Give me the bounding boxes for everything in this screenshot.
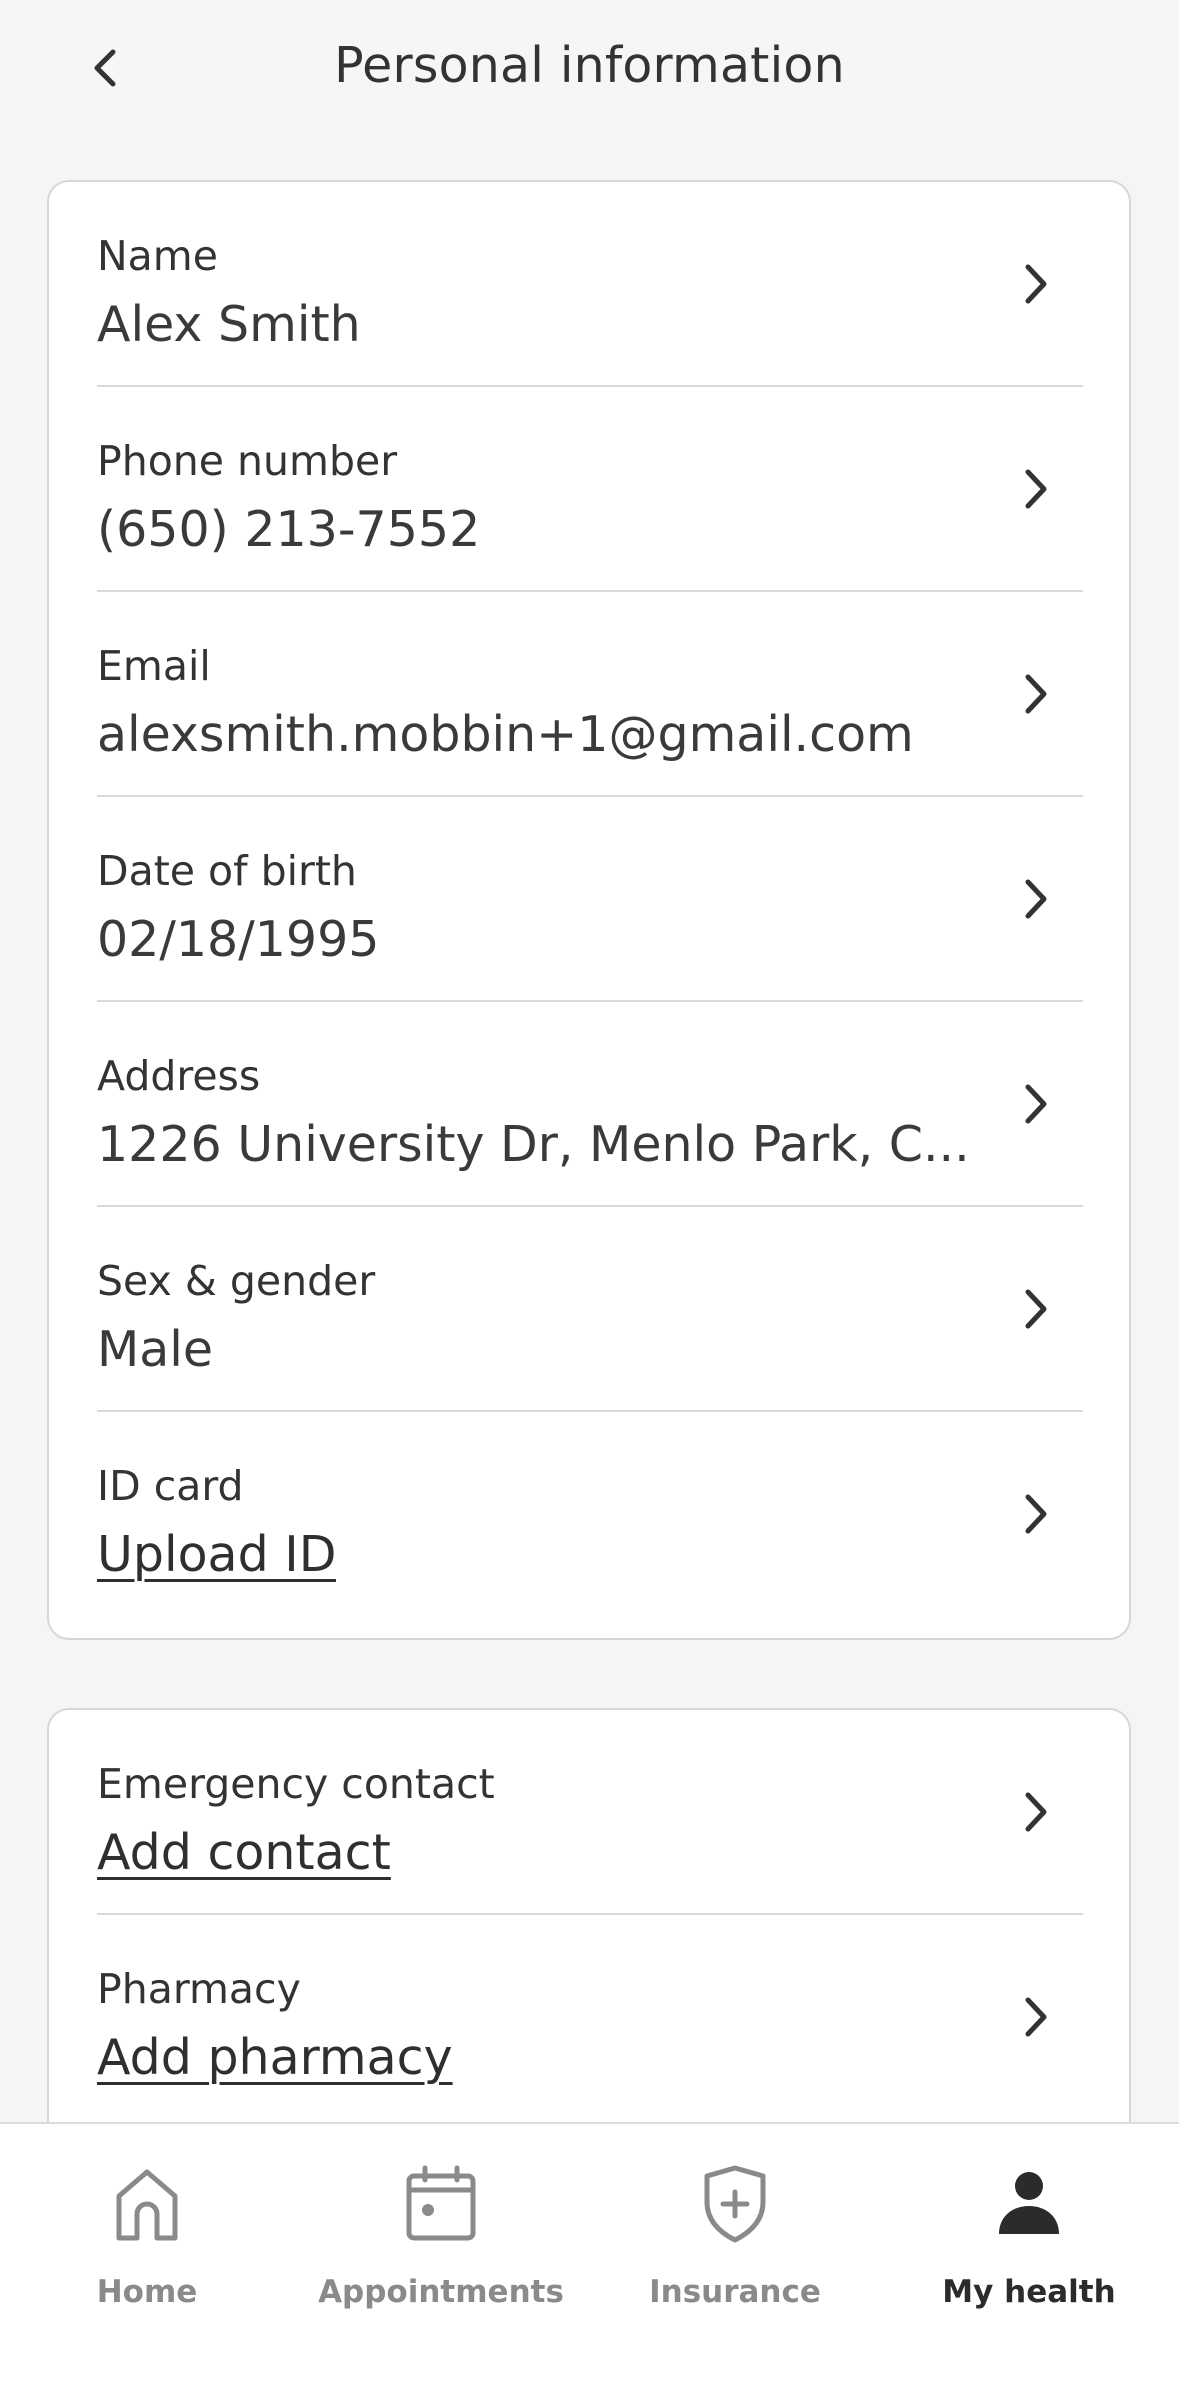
chevron-right-icon — [1003, 1482, 1067, 1546]
date-of-birth-row[interactable]: Date of birth 02/18/1995 — [49, 797, 1129, 1002]
row-label: Date of birth — [97, 847, 357, 895]
chevron-right-icon — [1003, 252, 1067, 316]
row-label: Pharmacy — [97, 1965, 301, 2013]
row-label: Emergency contact — [97, 1760, 495, 1808]
chevron-right-icon — [1003, 1072, 1067, 1136]
shield-plus-icon — [588, 2162, 882, 2246]
email-row[interactable]: Email alexsmith.mobbin+1@gmail.com — [49, 592, 1129, 797]
top-bar: Personal information — [0, 0, 1179, 140]
row-label: Email — [97, 642, 211, 690]
tab-label: Home — [96, 2274, 198, 2310]
row-value: 02/18/1995 — [97, 911, 380, 968]
personal-info-card: Name Alex Smith Phone number (650) 213-7… — [47, 180, 1131, 1640]
row-value: (650) 213-7552 — [97, 501, 481, 558]
row-label: Sex & gender — [97, 1257, 376, 1305]
tab-my-health[interactable]: My health — [882, 2124, 1176, 2354]
row-label: ID card — [97, 1462, 244, 1510]
upload-id-link[interactable]: Upload ID — [97, 1524, 336, 1586]
tab-label: My health — [942, 2274, 1116, 2310]
chevron-right-icon — [1003, 867, 1067, 931]
person-icon — [882, 2162, 1176, 2246]
row-value: 1226 University Dr, Menlo Park, C... — [97, 1116, 970, 1173]
tab-insurance[interactable]: Insurance — [588, 2124, 882, 2354]
contacts-card: Emergency contact Add contact Pharmacy A… — [47, 1708, 1131, 2128]
tab-appointments[interactable]: Appointments — [294, 2124, 588, 2354]
chevron-right-icon — [1003, 1277, 1067, 1341]
tab-label: Appointments — [318, 2274, 564, 2310]
add-pharmacy-link[interactable]: Add pharmacy — [97, 2027, 453, 2089]
row-label: Name — [97, 232, 218, 280]
chevron-right-icon — [1003, 662, 1067, 726]
sex-gender-row[interactable]: Sex & gender Male — [49, 1207, 1129, 1412]
row-value: alexsmith.mobbin+1@gmail.com — [97, 706, 914, 763]
row-label: Phone number — [97, 437, 398, 485]
phone-number-row[interactable]: Phone number (650) 213-7552 — [49, 387, 1129, 592]
calendar-icon — [294, 2162, 588, 2246]
row-label: Address — [97, 1052, 261, 1100]
tab-home[interactable]: Home — [0, 2124, 294, 2354]
row-value: Male — [97, 1321, 214, 1378]
tab-label: Insurance — [649, 2274, 821, 2310]
row-value: Alex Smith — [97, 296, 361, 353]
emergency-contact-row[interactable]: Emergency contact Add contact — [49, 1710, 1129, 1915]
page-title: Personal information — [334, 37, 845, 94]
name-row[interactable]: Name Alex Smith — [49, 182, 1129, 387]
pharmacy-row[interactable]: Pharmacy Add pharmacy — [49, 1915, 1129, 2120]
chevron-right-icon — [1003, 1780, 1067, 1844]
chevron-right-icon — [1003, 457, 1067, 521]
address-row[interactable]: Address 1226 University Dr, Menlo Park, … — [49, 1002, 1129, 1207]
bottom-tab-bar: Home Appointments Insurance My health — [0, 2122, 1179, 2396]
id-card-row[interactable]: ID card Upload ID — [49, 1412, 1129, 1617]
home-icon — [0, 2162, 294, 2246]
chevron-right-icon — [1003, 1985, 1067, 2049]
add-contact-link[interactable]: Add contact — [97, 1822, 391, 1884]
